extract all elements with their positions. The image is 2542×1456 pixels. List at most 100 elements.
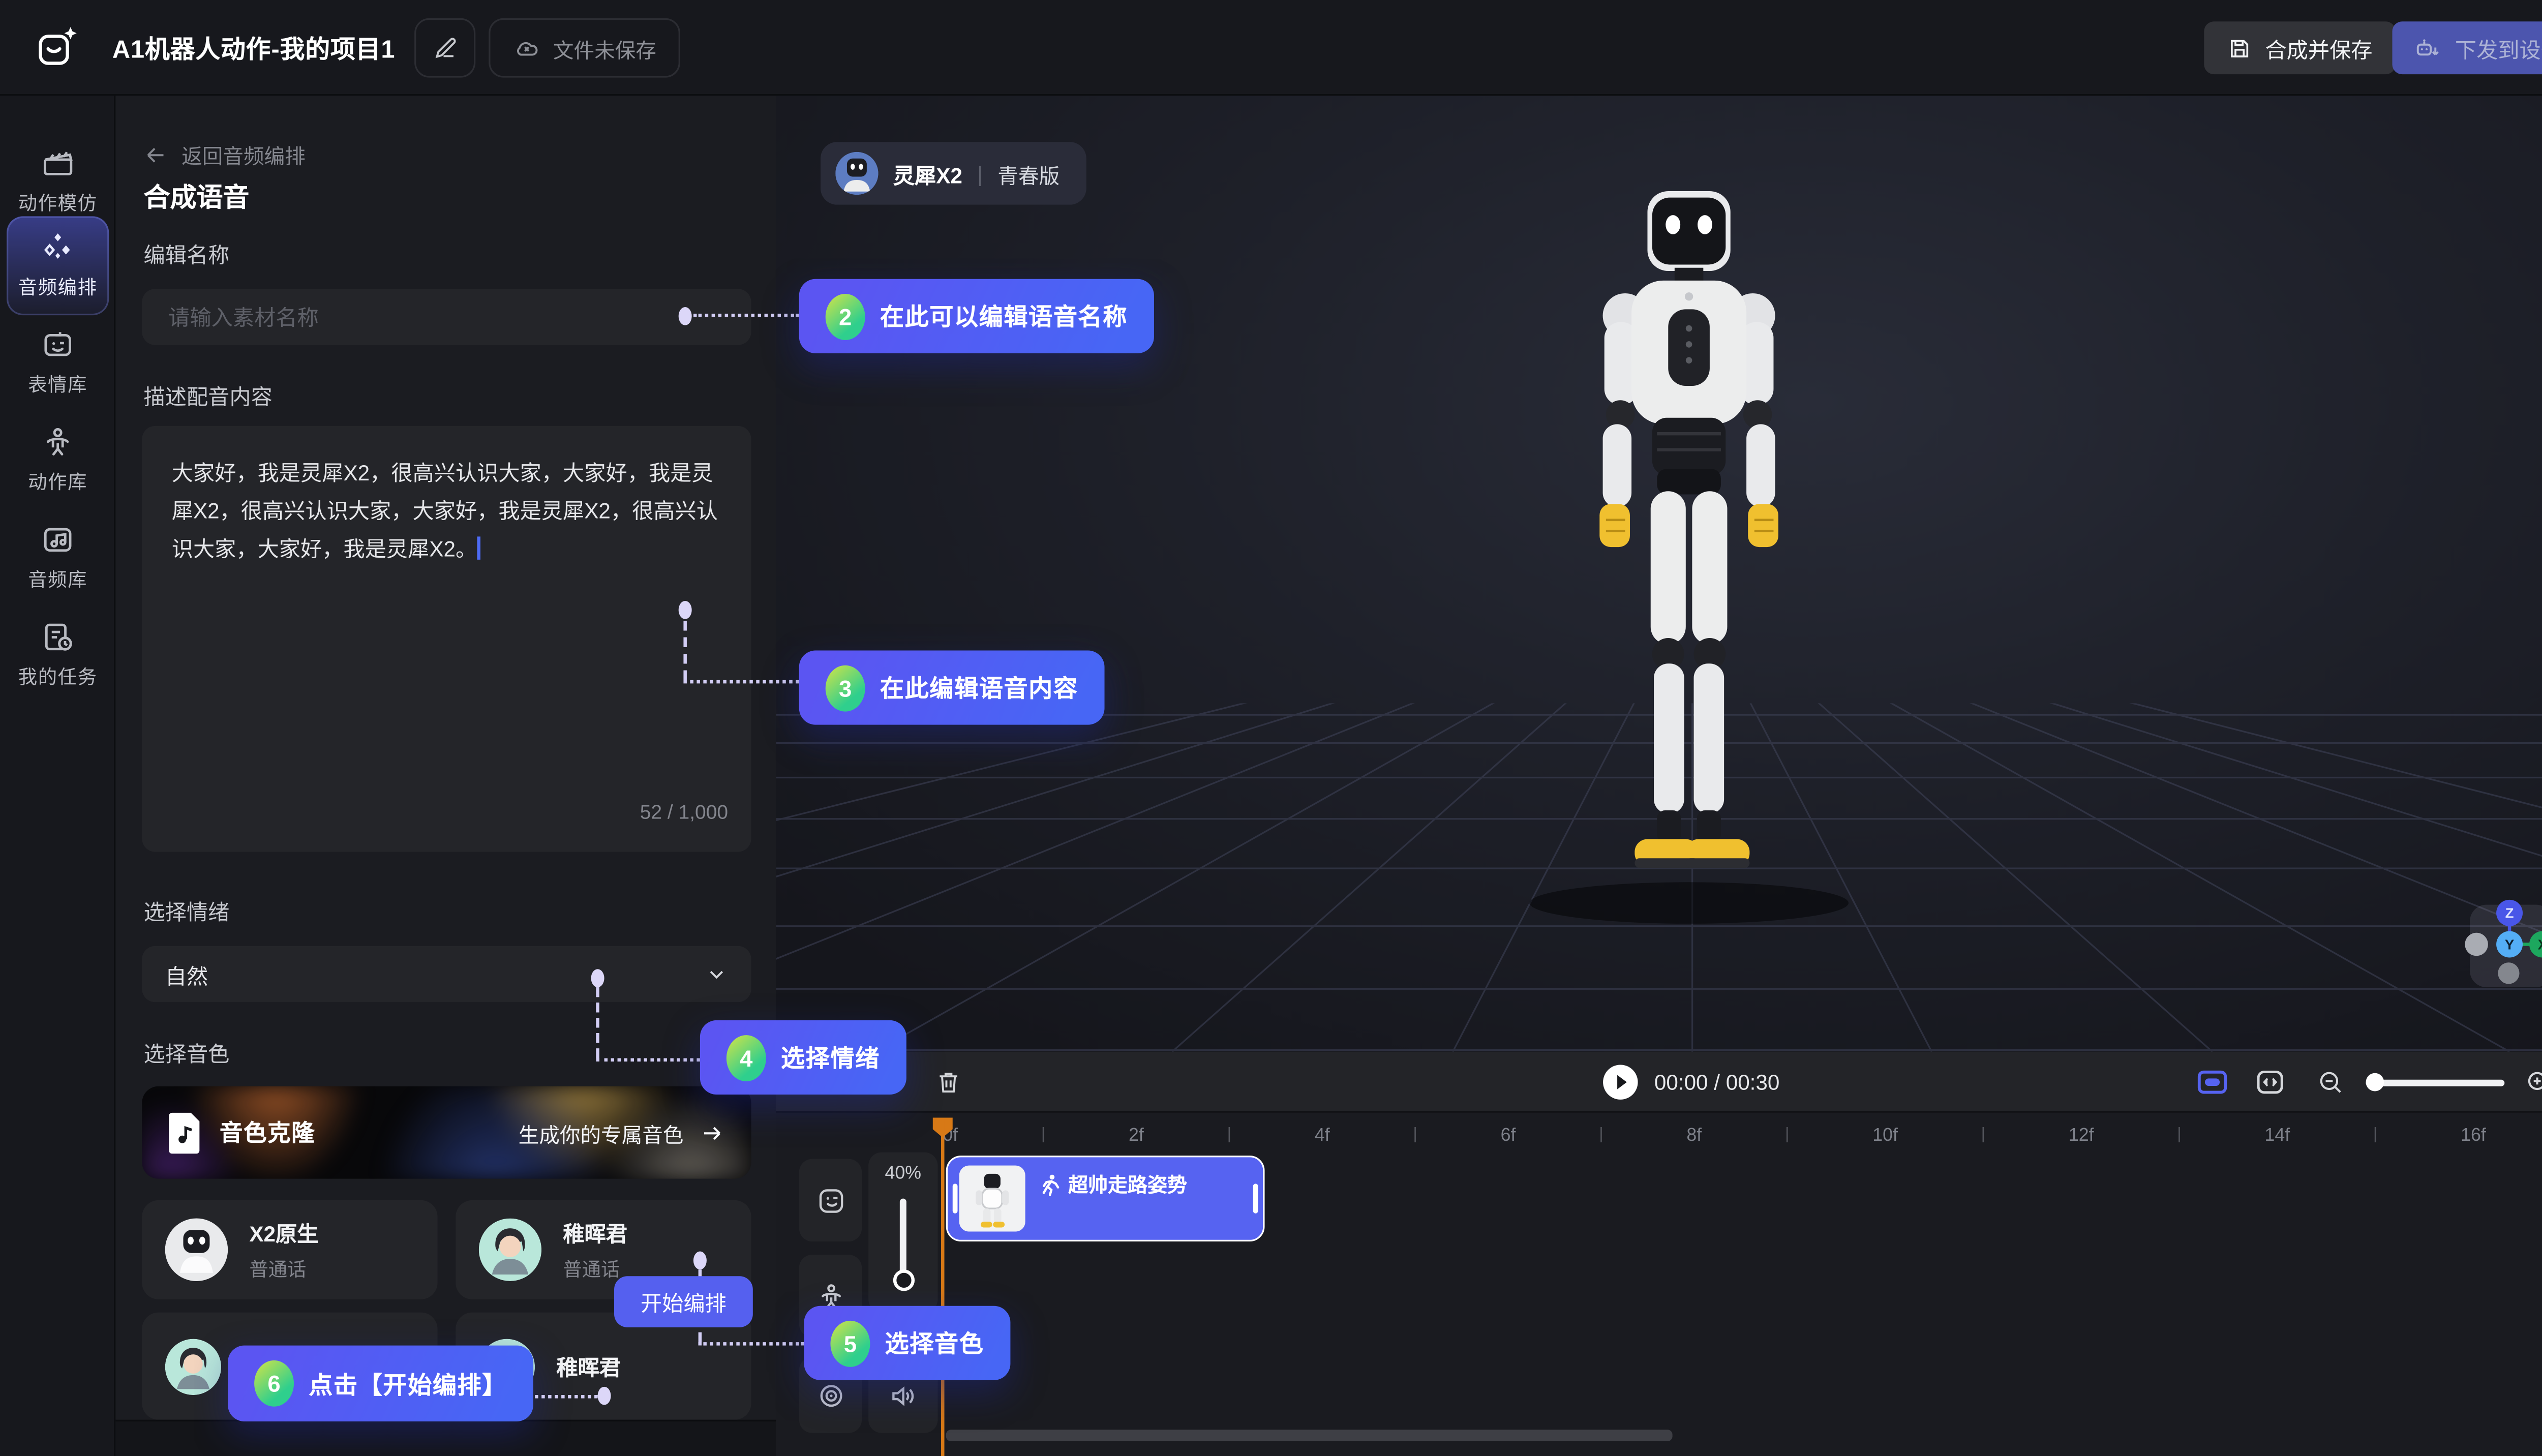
voice-name: X2原生 [249,1217,318,1248]
save-button[interactable]: 合成并保存 [2204,21,2396,74]
timeline-toolbar: 00:00 / 00:30 [776,1052,2542,1113]
horizontal-scrollbar[interactable] [946,1430,1673,1441]
save-button-label: 合成并保存 [2265,32,2372,64]
arrow-right-icon [700,1120,725,1145]
ruler-frame-label: 12f [2069,1126,2094,1146]
voice-clone-banner[interactable]: 音色克隆 生成你的专属音色 [142,1086,751,1179]
gizmo-neg-x[interactable] [2465,933,2488,956]
sidebar-item-expression-lib[interactable]: 表情库 [7,327,109,398]
name-input[interactable] [165,303,728,331]
save-icon [2227,36,2252,60]
time-display: 00:00 / 00:30 [1654,1070,1779,1095]
speed-slider-panel[interactable]: 40% [868,1152,937,1313]
unsaved-status: 文件未保存 [489,18,679,78]
connector-line [596,1058,700,1061]
sparkle-diamonds-icon [40,229,76,265]
sidebar-item-label: 动作库 [28,469,87,495]
sidebar-item-my-tasks[interactable]: 我的任务 [7,619,109,690]
clip-name: 超帅走路姿势 [1068,1170,1187,1198]
voice-name: 稚晖君 [556,1350,621,1382]
timeline-clip[interactable]: 超帅走路姿势 [946,1156,1265,1241]
model-badge: 灵犀X2 | 青春版 [821,142,1086,204]
clapperboard-icon [40,145,76,181]
ruler-tick: | [1981,1126,1985,1144]
sidebar: 动作模仿 音频编排 表情库 [0,96,115,1456]
voice-label: 选择音色 [144,1037,230,1068]
sidebar-item-label: 音频编排 [18,274,98,300]
task-list-clock-icon [40,619,76,655]
gizmo-z-axis[interactable]: Z [2496,900,2523,926]
sidebar-item-motion-mimic[interactable]: 动作模仿 [7,145,109,217]
target-icon [815,1379,846,1411]
voice-name: 稚晖君 [563,1217,627,1248]
model-variant: 青春版 [997,158,1060,189]
sidebar-item-audio-arrange[interactable]: 音频编排 [7,216,109,315]
panel-footer [115,1420,776,1456]
step-number: 2 [826,293,865,339]
app-root: A1机器人动作-我的项目1 文件未保存 合成并 [0,0,2542,1456]
speed-slider-knob[interactable] [892,1269,914,1291]
timeline-zoom-slider[interactable] [2366,1079,2505,1085]
sidebar-item-label: 动作模仿 [18,190,98,216]
content-textarea[interactable]: 大家好，我是灵犀X2，很高兴认识大家，大家好，我是灵犀X2，很高兴认识大家，大家… [142,426,751,852]
connector-line [596,987,599,1058]
callout-step-4: 4 选择情绪 [700,1020,906,1095]
person-icon [40,424,76,461]
connector-dot-name [679,307,692,325]
delete-clip-button[interactable] [934,1068,962,1096]
clip-left-handle[interactable] [953,1184,958,1213]
content-text: 大家好，我是灵犀X2，很高兴认识大家，大家好，我是灵犀X2，很高兴认识大家，大家… [172,461,718,561]
sidebar-item-audio-lib[interactable]: 音频库 [7,522,109,593]
speaker-icon [887,1379,919,1411]
zoom-out-button[interactable] [2316,1068,2344,1096]
play-button[interactable] [1601,1063,1640,1101]
step-text: 在此编辑语音内容 [880,670,1078,705]
start-arrange-label: 开始编排 [641,1286,727,1318]
clip-thumbnail [959,1166,1025,1232]
rename-button[interactable] [414,18,475,78]
cloud-offline-icon [512,33,541,63]
timeline-ruler[interactable]: 0f|2f|4f|6f|8f|10f|12f|14f|16f| [943,1126,2542,1146]
playhead-line[interactable] [941,1119,944,1456]
gizmo-y-axis[interactable]: Y [2496,931,2523,958]
gizmo-neg-z[interactable] [2498,962,2519,984]
speed-slider-track[interactable] [900,1199,906,1281]
connector-dot-content [679,601,692,619]
callout-step-3: 3 在此编辑语音内容 [799,650,1105,724]
fit-width-button[interactable] [2257,1070,2283,1095]
model-avatar [835,152,878,195]
connector-line [535,1395,597,1398]
name-label: 编辑名称 [144,238,230,269]
ruler-frame-label: 14f [2264,1126,2290,1146]
deploy-button[interactable]: 下发到设备 [2392,21,2542,74]
start-arrange-button[interactable]: 开始编排 [614,1276,753,1327]
viewport-3d[interactable]: 灵犀X2 | 青春版 Z Y X [776,96,2542,1051]
back-link[interactable]: 返回音频编排 [142,139,306,170]
panel-title: 合成语音 [144,175,250,215]
robot-model [1449,175,1928,954]
zoom-slider-knob[interactable] [2366,1073,2384,1091]
emotion-select[interactable]: 自然 [142,946,751,1002]
zoom-in-button[interactable] [2524,1068,2542,1096]
ruler-frame-label: 16f [2461,1126,2486,1146]
voice-card-x2-native[interactable]: X2原生 普通话 [142,1200,437,1299]
gizmo-x-axis[interactable]: X [2529,931,2542,958]
ruler-tick: | [2177,1126,2181,1144]
face-icon [815,1185,846,1216]
callout-step-6: 6 点击【开始编排】 [228,1346,533,1421]
sidebar-item-action-lib[interactable]: 动作库 [7,424,109,496]
clone-banner-cta: 生成你的专属音色 [519,1117,684,1148]
speed-value: 40% [885,1164,922,1184]
fit-clip-button[interactable] [2197,1070,2227,1095]
expression-track-button[interactable] [799,1159,862,1241]
clip-right-handle[interactable] [1253,1184,1258,1213]
unsaved-label: 文件未保存 [553,32,656,64]
chevron-down-icon [705,962,728,985]
back-arrow-icon [142,141,168,168]
avatar [165,1219,228,1281]
orientation-gizmo[interactable]: Z Y X [2470,905,2542,987]
voice-lang: 普通话 [249,1256,318,1283]
deploy-button-label: 下发到设备 [2455,32,2542,64]
callout-step-2: 2 在此可以编辑语音名称 [799,279,1154,353]
ruler-tick: | [1413,1126,1417,1144]
